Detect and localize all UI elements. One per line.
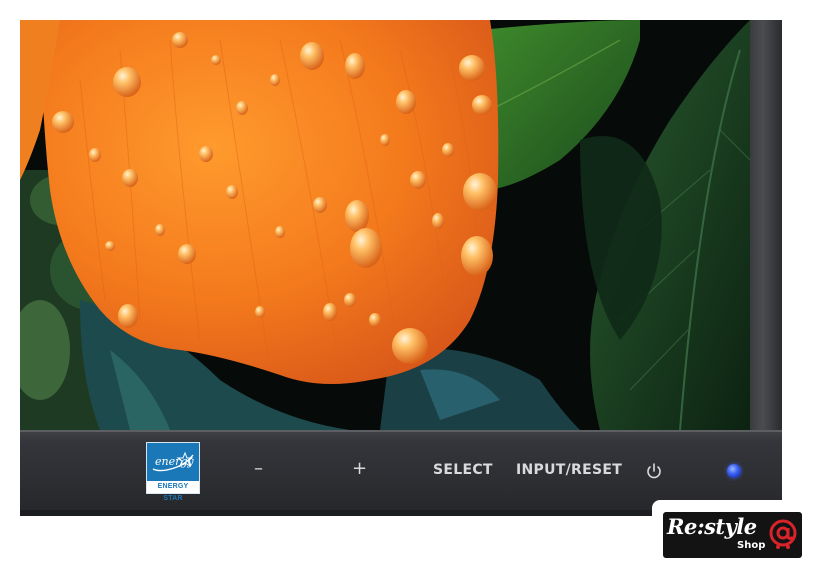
monitor: energy ENERGY STAR – + SELECT INPUT/RESE…	[20, 20, 782, 516]
energy-star-label: ENERGY STAR	[147, 481, 199, 502]
flower-photo	[20, 20, 750, 430]
photo-stage: energy ENERGY STAR – + SELECT INPUT/RESE…	[0, 0, 840, 569]
at-cart-icon	[769, 519, 797, 549]
energy-star-icon: energy	[152, 451, 194, 472]
plus-button[interactable]: +	[352, 458, 367, 479]
select-button[interactable]: SELECT	[433, 462, 493, 478]
input-reset-button[interactable]: INPUT/RESET	[516, 462, 622, 478]
watermark-brand-sub: Shop	[737, 540, 766, 551]
minus-button[interactable]: –	[254, 458, 263, 479]
watermark-brand-main: Re:style	[667, 514, 757, 539]
watermark-box: Re:style Shop	[663, 512, 802, 558]
restyle-shop-watermark: Re:style Shop	[652, 500, 802, 562]
right-bezel	[750, 20, 782, 430]
power-led-indicator	[727, 464, 741, 478]
energy-star-logo: energy ENERGY STAR	[146, 442, 200, 502]
power-icon[interactable]	[645, 462, 663, 480]
monitor-screen	[20, 20, 750, 430]
